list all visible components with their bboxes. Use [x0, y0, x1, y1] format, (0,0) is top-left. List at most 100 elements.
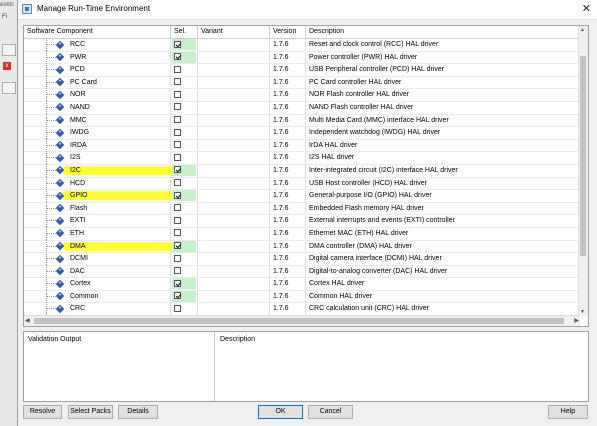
select-checkbox[interactable] — [174, 204, 181, 212]
table-row[interactable]: ETH 1.7.6 Ethernet MAC (ETH) HAL driver — [24, 226, 584, 241]
version-cell: 1.7.6 — [273, 242, 289, 250]
select-checkbox[interactable] — [174, 304, 181, 312]
header-sel[interactable]: Sel. — [174, 28, 186, 35]
table-row[interactable]: HCD 1.7.6 USB Host controller (HCD) HAL dr… — [24, 176, 584, 191]
select-checkbox[interactable] — [174, 179, 181, 187]
select-checkbox[interactable] — [174, 141, 181, 149]
select-checkbox[interactable] — [174, 90, 181, 98]
background-title-fragment: esktc — [0, 2, 15, 8]
table-row[interactable]: IRDA 1.7.6 IrDA HAL driver — [24, 138, 584, 153]
component-icon — [55, 90, 65, 100]
select-checkbox[interactable] — [174, 242, 181, 249]
component-name: RCC — [70, 41, 86, 48]
description-cell: Independent watchdog (IWDG) HAL driver — [309, 129, 441, 137]
component-icon — [55, 128, 65, 137]
select-checkbox[interactable] — [174, 254, 181, 262]
select-checkbox[interactable] — [174, 78, 181, 86]
scroll-down-icon[interactable]: ▼ — [580, 309, 585, 315]
table-row[interactable]: Common 1.7.6 Common HAL driver — [24, 289, 584, 304]
validation-output-label: Validation Output — [28, 336, 82, 343]
table-row[interactable]: PC Card 1.7.6 PC Card controller HAL drive… — [24, 75, 584, 90]
ok-button[interactable]: OK — [258, 405, 303, 419]
table-row[interactable]: DAC 1.7.6 Digital-to-analog converter (DAC… — [24, 264, 584, 279]
component-icon — [55, 279, 65, 289]
background-menu-fragment: Fi — [2, 14, 7, 20]
horizontal-scrollbar[interactable]: ◀ ▶ — [24, 315, 580, 326]
component-name: IWDG — [70, 129, 90, 137]
select-checkbox[interactable] — [174, 267, 181, 275]
table-row[interactable]: PCD 1.7.6 USB Peripheral controller (PCD) … — [24, 63, 584, 77]
table-row[interactable]: MMC 1.7.6 Multi Media Card (MMC) interface… — [24, 113, 584, 128]
header-description[interactable]: Description — [309, 28, 344, 35]
select-checkbox[interactable] — [174, 216, 181, 224]
component-icon — [55, 103, 65, 112]
component-icon — [55, 141, 65, 150]
version-cell: 1.7.6 — [273, 204, 289, 212]
cancel-button[interactable]: Cancel — [308, 405, 353, 419]
vertical-scroll-thumb[interactable] — [580, 56, 586, 256]
component-name: DMA — [70, 242, 86, 250]
description-cell: Common HAL driver — [309, 292, 373, 300]
select-checkbox[interactable] — [174, 229, 181, 237]
select-checkbox[interactable] — [174, 65, 181, 73]
select-checkbox[interactable] — [174, 103, 181, 111]
component-icon — [55, 266, 65, 276]
component-icon — [55, 115, 65, 125]
select-checkbox[interactable] — [174, 292, 181, 300]
component-name: DAC — [70, 267, 85, 275]
version-cell: 1.7.6 — [273, 141, 289, 149]
close-icon[interactable]: ✕ — [582, 2, 591, 15]
table-row[interactable]: IWDG 1.7.6 Independent watchdog (IWDG) HAL… — [24, 126, 584, 140]
select-checkbox[interactable] — [174, 53, 181, 61]
scroll-up-icon[interactable]: ▲ — [580, 27, 585, 33]
scroll-left-icon[interactable]: ◀ — [25, 317, 30, 324]
header-software-component[interactable]: Software Component — [27, 28, 93, 35]
table-row[interactable]: PWR 1.7.6 Power controller (PWR) HAL drive… — [24, 50, 584, 65]
help-button[interactable]: Help — [548, 405, 588, 419]
select-checkbox[interactable] — [174, 153, 181, 161]
table-row[interactable]: NOR 1.7.6 NOR Flash controller HAL driver — [24, 88, 584, 102]
select-checkbox[interactable] — [174, 116, 181, 124]
component-name: CRC — [70, 305, 86, 313]
component-icon — [55, 78, 65, 87]
table-row[interactable]: Flash 1.7.6 Embedded Flash memory HAL driv… — [24, 201, 584, 216]
version-cell: 1.7.6 — [273, 217, 289, 225]
table-row[interactable]: DCMI 1.7.6 Digital camera interface (DCMI)… — [24, 252, 584, 266]
description-cell: Inter-integrated circuit (I2C) interface… — [309, 166, 458, 174]
select-packs-button[interactable]: Select Packs — [68, 405, 113, 419]
description-cell: PC Card controller HAL driver — [309, 78, 402, 86]
table-row[interactable]: EXTI 1.7.6 External interrupts and events … — [24, 214, 584, 228]
header-version[interactable]: Version — [273, 28, 296, 35]
select-checkbox[interactable] — [174, 279, 181, 287]
horizontal-scroll-thumb[interactable] — [34, 318, 564, 324]
table-row[interactable]: I2S 1.7.6 I2S HAL driver — [24, 151, 584, 165]
version-cell: 1.7.6 — [273, 292, 289, 300]
table-row[interactable]: GPIO 1.7.6 General-purpose I/O (GPIO) HAL … — [24, 189, 584, 203]
component-name: MMC — [70, 116, 87, 124]
description-cell: I2S HAL driver — [309, 154, 355, 162]
background-toolbar-button — [2, 44, 16, 56]
select-checkbox[interactable] — [174, 128, 181, 136]
version-cell: 1.7.6 — [273, 166, 289, 174]
scroll-right-icon[interactable]: ▶ — [574, 317, 579, 324]
table-row[interactable]: DMA 1.7.6 DMA controller (DMA) HAL driver — [24, 239, 584, 254]
description-cell: Power controller (PWR) HAL driver — [309, 53, 418, 61]
version-cell: 1.7.6 — [273, 229, 289, 237]
component-name: Flash — [70, 204, 88, 212]
table-row[interactable]: I2C 1.7.6 Inter-integrated circuit (I2C) i… — [24, 163, 584, 178]
resolve-button[interactable]: Resolve — [23, 405, 62, 419]
select-checkbox[interactable] — [174, 191, 181, 199]
version-cell: 1.7.6 — [273, 255, 289, 263]
description-cell: Digital-to-analog converter (DAC) HAL dr… — [309, 267, 448, 275]
header-variant[interactable]: Variant — [201, 28, 223, 35]
details-button[interactable]: Details — [118, 405, 158, 419]
vertical-scrollbar[interactable]: ▲ ▼ — [578, 26, 588, 316]
table-row[interactable]: RCC 1.7.6 Reset and clock control (RCC) HA… — [24, 38, 584, 52]
table-row[interactable]: Cortex 1.7.6 Cortex HAL driver — [24, 277, 584, 291]
description-cell: IrDA HAL driver — [309, 141, 358, 149]
select-checkbox[interactable] — [174, 40, 181, 48]
select-checkbox[interactable] — [174, 166, 181, 174]
table-row[interactable]: NAND 1.7.6 NAND Flash controller HAL drive… — [24, 100, 584, 115]
component-name: IRDA — [70, 141, 87, 149]
version-cell: 1.7.6 — [273, 267, 289, 275]
